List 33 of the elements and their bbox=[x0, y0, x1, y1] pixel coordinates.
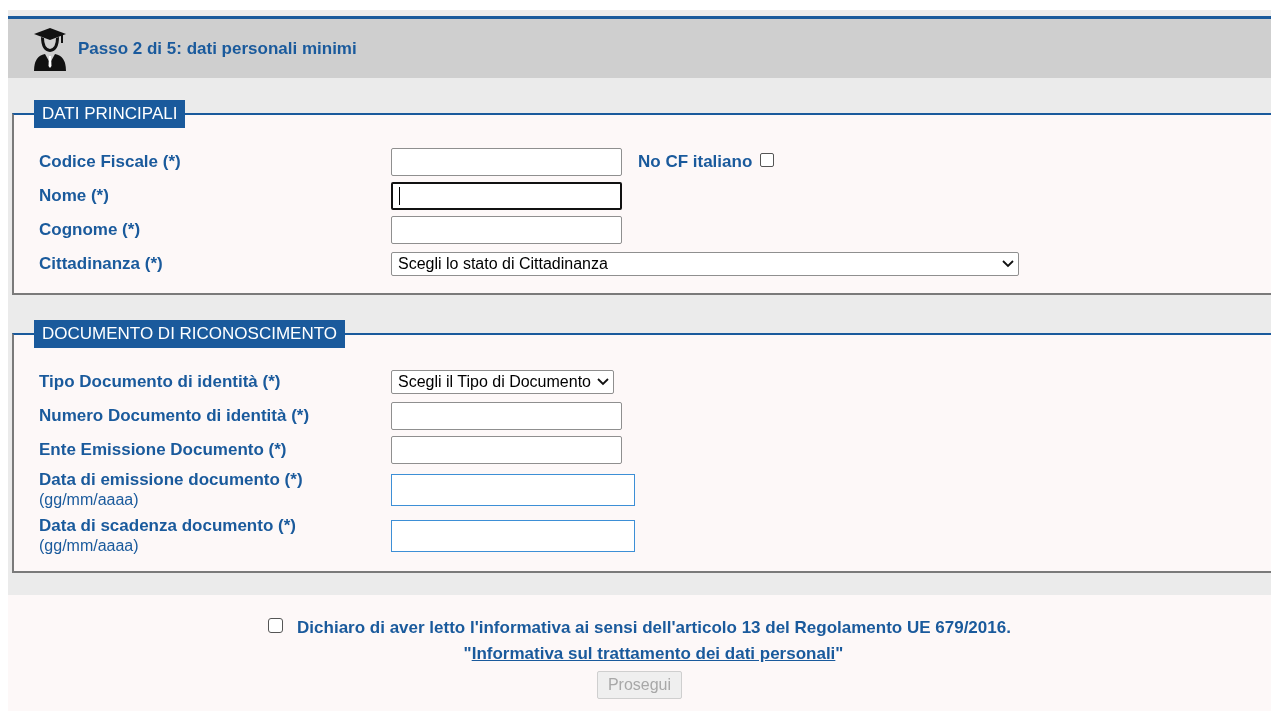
privacy-link-line: "Informativa sul trattamento dei dati personali" bbox=[463, 642, 844, 665]
format-hint: (gg/mm/aaaa) bbox=[39, 490, 140, 510]
field-label: Numero Documento di identità (*) bbox=[39, 406, 311, 426]
section-legend: DOCUMENTO DI RICONOSCIMENTO bbox=[34, 320, 345, 348]
text-cursor bbox=[399, 187, 400, 205]
chevron-down-icon bbox=[597, 378, 609, 386]
chevron-down-icon bbox=[1002, 260, 1014, 268]
privacy-link[interactable]: Informativa sul trattamento dei dati personali bbox=[471, 643, 836, 663]
date-field[interactable] bbox=[391, 474, 635, 506]
section-legend: DATI PRINCIPALI bbox=[34, 100, 186, 128]
field-label: Tipo Documento di identità (*) bbox=[39, 372, 282, 392]
checkbox[interactable] bbox=[268, 618, 284, 634]
checkbox-label: No CF italiano bbox=[638, 151, 753, 174]
date-field[interactable] bbox=[391, 520, 635, 552]
field-label: Codice Fiscale (*) bbox=[39, 152, 182, 172]
text-field[interactable] bbox=[391, 216, 622, 244]
dropdown[interactable]: Scegli il Tipo di Documento bbox=[391, 370, 614, 394]
field-label: Data di scadenza documento (*) bbox=[39, 516, 297, 536]
checkbox[interactable] bbox=[760, 152, 775, 167]
text-field[interactable] bbox=[391, 182, 622, 210]
graduate-user-icon bbox=[32, 26, 68, 71]
field-label: Data di emissione documento (*) bbox=[39, 470, 304, 490]
field-label: Cognome (*) bbox=[39, 220, 142, 240]
field-label: Ente Emissione Documento (*) bbox=[39, 440, 288, 460]
text-field[interactable] bbox=[391, 436, 622, 464]
page-title: Passo 2 di 5: dati personali minimi bbox=[78, 37, 357, 60]
field-label: Cittadinanza (*) bbox=[39, 254, 164, 274]
dropdown[interactable]: Scegli lo stato di Cittadinanza bbox=[391, 252, 1019, 276]
format-hint: (gg/mm/aaaa) bbox=[39, 536, 140, 556]
text-field[interactable] bbox=[391, 402, 622, 430]
text-field[interactable] bbox=[391, 148, 622, 176]
consent-text: Dichiaro di aver letto l'informativa ai sensi dell'articolo 13 del Regolamento UE 679/2016. bbox=[297, 617, 1011, 639]
field-label: Nome (*) bbox=[39, 186, 110, 206]
